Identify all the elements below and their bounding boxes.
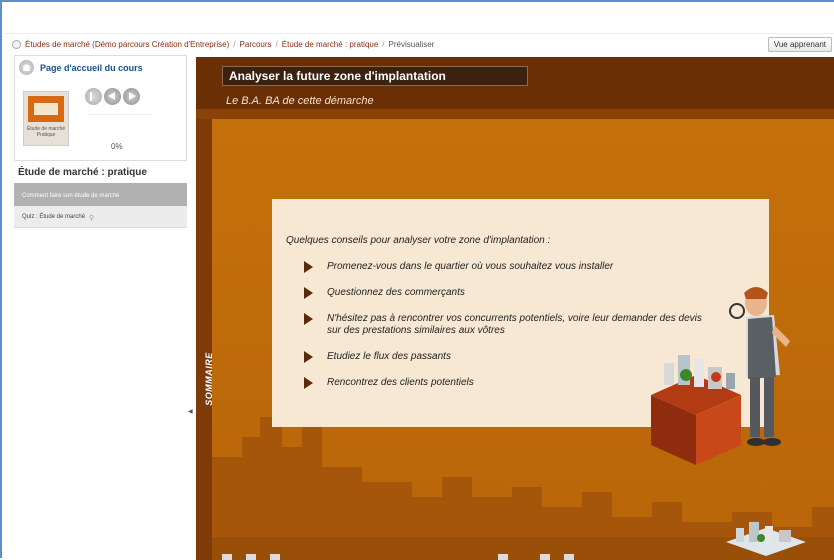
home-icon xyxy=(19,60,34,75)
module-title: Étude de marché : pratique xyxy=(18,167,147,178)
breadcrumb-separator: / xyxy=(382,39,385,49)
thumbnail-screen xyxy=(28,96,64,122)
arrow-right-icon xyxy=(304,287,313,299)
collapse-sidebar-icon[interactable]: ◀ xyxy=(188,408,193,415)
breadcrumb: Études de marché (Démo parcours Création… xyxy=(12,36,434,52)
link-icon: ⚲ xyxy=(89,215,95,222)
top-strip xyxy=(4,4,834,34)
man-with-magnifier-illustration xyxy=(729,287,790,446)
tips-intro: Quelques conseils pour analyser votre zo… xyxy=(286,235,551,246)
course-home-label: Page d'accueil du cours xyxy=(40,62,143,73)
arrow-right-icon xyxy=(304,261,313,273)
slide-title: Analyser la future zone d'implantation xyxy=(222,66,528,86)
thumbnail-caption: Étude de marché Pratique xyxy=(26,126,66,138)
tips-list: Promenez-vous dans le quartier où vous s… xyxy=(302,261,702,403)
player-controls xyxy=(222,554,822,560)
activity-item-quiz[interactable]: Quiz : Étude de marché ⚲ xyxy=(14,206,187,228)
app-frame: Études de marché (Démo parcours Création… xyxy=(0,0,834,560)
course-player: Analyser la future zone d'implantation L… xyxy=(196,57,834,560)
breadcrumb-current: Prévisualiser xyxy=(388,39,435,49)
tip-item: Promenez-vous dans le quartier où vous s… xyxy=(302,261,702,273)
previous-icon[interactable] xyxy=(246,554,256,560)
course-home-link[interactable]: Page d'accueil du cours xyxy=(19,60,143,75)
arrow-right-icon xyxy=(304,377,313,389)
module-thumbnail[interactable]: Étude de marché Pratique xyxy=(23,91,69,146)
tip-item: Rencontrez des clients potentiels xyxy=(302,377,702,389)
arrow-right-icon xyxy=(304,351,313,363)
rewind-icon[interactable] xyxy=(222,554,232,560)
back-icon[interactable] xyxy=(498,554,508,560)
progress-percent: 0% xyxy=(111,142,123,151)
slide-subtitle: Le B.A. BA de cette démarche xyxy=(226,95,374,107)
breadcrumb-module[interactable]: Étude de marché : pratique xyxy=(282,40,379,49)
play-icon[interactable] xyxy=(270,554,280,560)
summary-tab[interactable]: SOMMAIRE xyxy=(196,119,214,560)
tip-item: Questionnez des commerçants xyxy=(302,287,702,299)
activity-label: Quiz : Étude de marché xyxy=(22,214,86,220)
progress-bar xyxy=(87,114,153,115)
player-subheader-band xyxy=(196,109,834,119)
breadcrumb-separator: / xyxy=(275,39,278,49)
breadcrumb-course[interactable]: Études de marché (Démo parcours Création… xyxy=(25,40,229,49)
activity-item-current[interactable]: Comment faire son étude de marché xyxy=(14,183,187,206)
previous-icon[interactable] xyxy=(104,88,121,105)
breadcrumb-separator: / xyxy=(233,39,236,49)
learner-view-button[interactable]: Vue apprenant xyxy=(767,37,832,52)
end-icon[interactable] xyxy=(564,554,574,560)
course-home-panel: Page d'accueil du cours Étude de marché … xyxy=(14,55,187,161)
first-page-icon[interactable] xyxy=(85,88,102,105)
arrow-right-icon xyxy=(304,313,313,325)
tip-item: Etudiez le flux des passants xyxy=(302,351,702,363)
breadcrumb-parcours[interactable]: Parcours xyxy=(240,40,272,49)
home-icon[interactable] xyxy=(12,39,21,49)
city-mini-illustration xyxy=(726,522,806,556)
module-nav xyxy=(85,88,140,105)
summary-tab-label: SOMMAIRE xyxy=(203,352,214,406)
next-icon[interactable] xyxy=(123,88,140,105)
tip-item: N'hésitez pas à rencontrer vos concurren… xyxy=(302,313,702,337)
next-icon[interactable] xyxy=(540,554,550,560)
sidebar: Page d'accueil du cours Étude de marché … xyxy=(14,55,187,560)
